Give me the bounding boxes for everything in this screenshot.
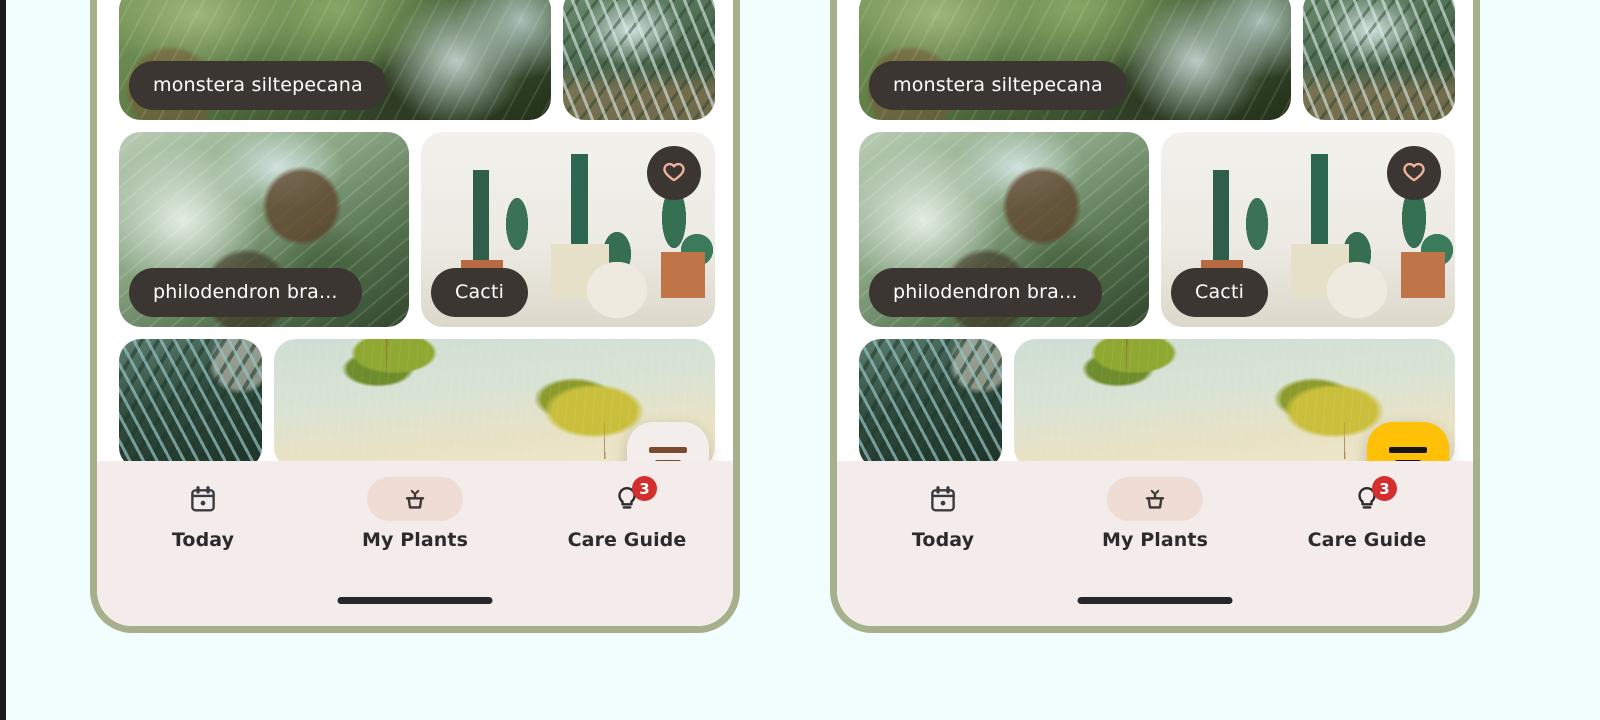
grid-row: monstera siltepecana xyxy=(119,0,715,120)
plant-label-chip: Cacti xyxy=(1171,268,1269,317)
calendar-icon xyxy=(191,486,215,512)
bottom-navigation-bar: Today My Plants 3 Care Guide xyxy=(97,461,733,626)
notification-badge: 3 xyxy=(632,476,657,501)
home-indicator xyxy=(1077,597,1233,604)
nav-label: Today xyxy=(911,529,975,551)
nav-item-care-guide[interactable]: 3 Care Guide xyxy=(521,476,733,626)
grid-row xyxy=(119,339,715,469)
phone-mockup-right: monstera siltepecana philodendron bra... xyxy=(830,0,1480,633)
plant-photo-fern xyxy=(859,339,1002,469)
nav-item-care-guide[interactable]: 3 Care Guide xyxy=(1261,476,1473,626)
plant-photo-fern xyxy=(119,339,262,469)
plant-grid-right: monstera siltepecana philodendron bra... xyxy=(837,0,1473,478)
nav-icon-wrap-active xyxy=(367,477,463,521)
plant-card-fern[interactable] xyxy=(119,339,262,469)
nav-item-today[interactable]: Today xyxy=(97,477,309,626)
notification-badge: 3 xyxy=(1372,476,1397,501)
plant-card-philodendron[interactable]: philodendron bra... xyxy=(119,132,409,327)
nav-item-today[interactable]: Today xyxy=(837,477,1049,626)
plant-label-chip: monstera siltepecana xyxy=(129,61,387,110)
nav-label: Care Guide xyxy=(1307,529,1427,551)
potted-plant-icon xyxy=(405,489,425,509)
nav-icon-wrap xyxy=(895,477,991,521)
home-indicator xyxy=(337,597,493,604)
phone-screen-left: monstera siltepecana philodendron bra... xyxy=(97,0,733,626)
potted-plant-icon xyxy=(1145,489,1165,509)
nav-icon-wrap-active xyxy=(1107,477,1203,521)
plant-grid-left: monstera siltepecana philodendron bra... xyxy=(97,0,733,478)
heart-outline-icon xyxy=(663,162,685,182)
grid-row: philodendron bra... Cacti xyxy=(119,132,715,327)
heart-outline-icon xyxy=(1403,162,1425,182)
nav-icon-wrap xyxy=(155,477,251,521)
nav-label: My Plants xyxy=(362,529,468,551)
nav-icon-wrap: 3 xyxy=(1319,476,1415,521)
screen-edge-strip xyxy=(0,0,6,720)
phone-screen-right: monstera siltepecana philodendron bra... xyxy=(837,0,1473,626)
plant-card-palm[interactable] xyxy=(1303,0,1455,120)
plant-photo-palm xyxy=(563,0,715,120)
plant-card-cacti[interactable]: Cacti xyxy=(421,132,715,327)
plant-label-chip: Cacti xyxy=(431,268,529,317)
plant-photo-palm xyxy=(1303,0,1455,120)
bottom-navigation-bar: Today My Plants 3 Care Guide xyxy=(837,461,1473,626)
calendar-icon xyxy=(931,486,955,512)
nav-label: Today xyxy=(171,529,235,551)
grid-row xyxy=(859,339,1455,469)
grid-row: philodendron bra... Cacti xyxy=(859,132,1455,327)
nav-icon-wrap: 3 xyxy=(579,476,675,521)
plant-card-fern[interactable] xyxy=(859,339,1002,469)
nav-label: Care Guide xyxy=(567,529,687,551)
plant-card-palm[interactable] xyxy=(563,0,715,120)
plant-label-chip: monstera siltepecana xyxy=(869,61,1127,110)
plant-card-cacti[interactable]: Cacti xyxy=(1161,132,1455,327)
plant-label-chip: philodendron bra... xyxy=(129,268,362,317)
plant-card-philodendron[interactable]: philodendron bra... xyxy=(859,132,1149,327)
plant-card-monstera[interactable]: monstera siltepecana xyxy=(859,0,1291,120)
favorite-button[interactable] xyxy=(1387,146,1441,200)
grid-row: monstera siltepecana xyxy=(859,0,1455,120)
plant-label-chip: philodendron bra... xyxy=(869,268,1102,317)
favorite-button[interactable] xyxy=(647,146,701,200)
plant-card-monstera[interactable]: monstera siltepecana xyxy=(119,0,551,120)
nav-label: My Plants xyxy=(1102,529,1208,551)
phone-mockup-left: monstera siltepecana philodendron bra... xyxy=(90,0,740,633)
